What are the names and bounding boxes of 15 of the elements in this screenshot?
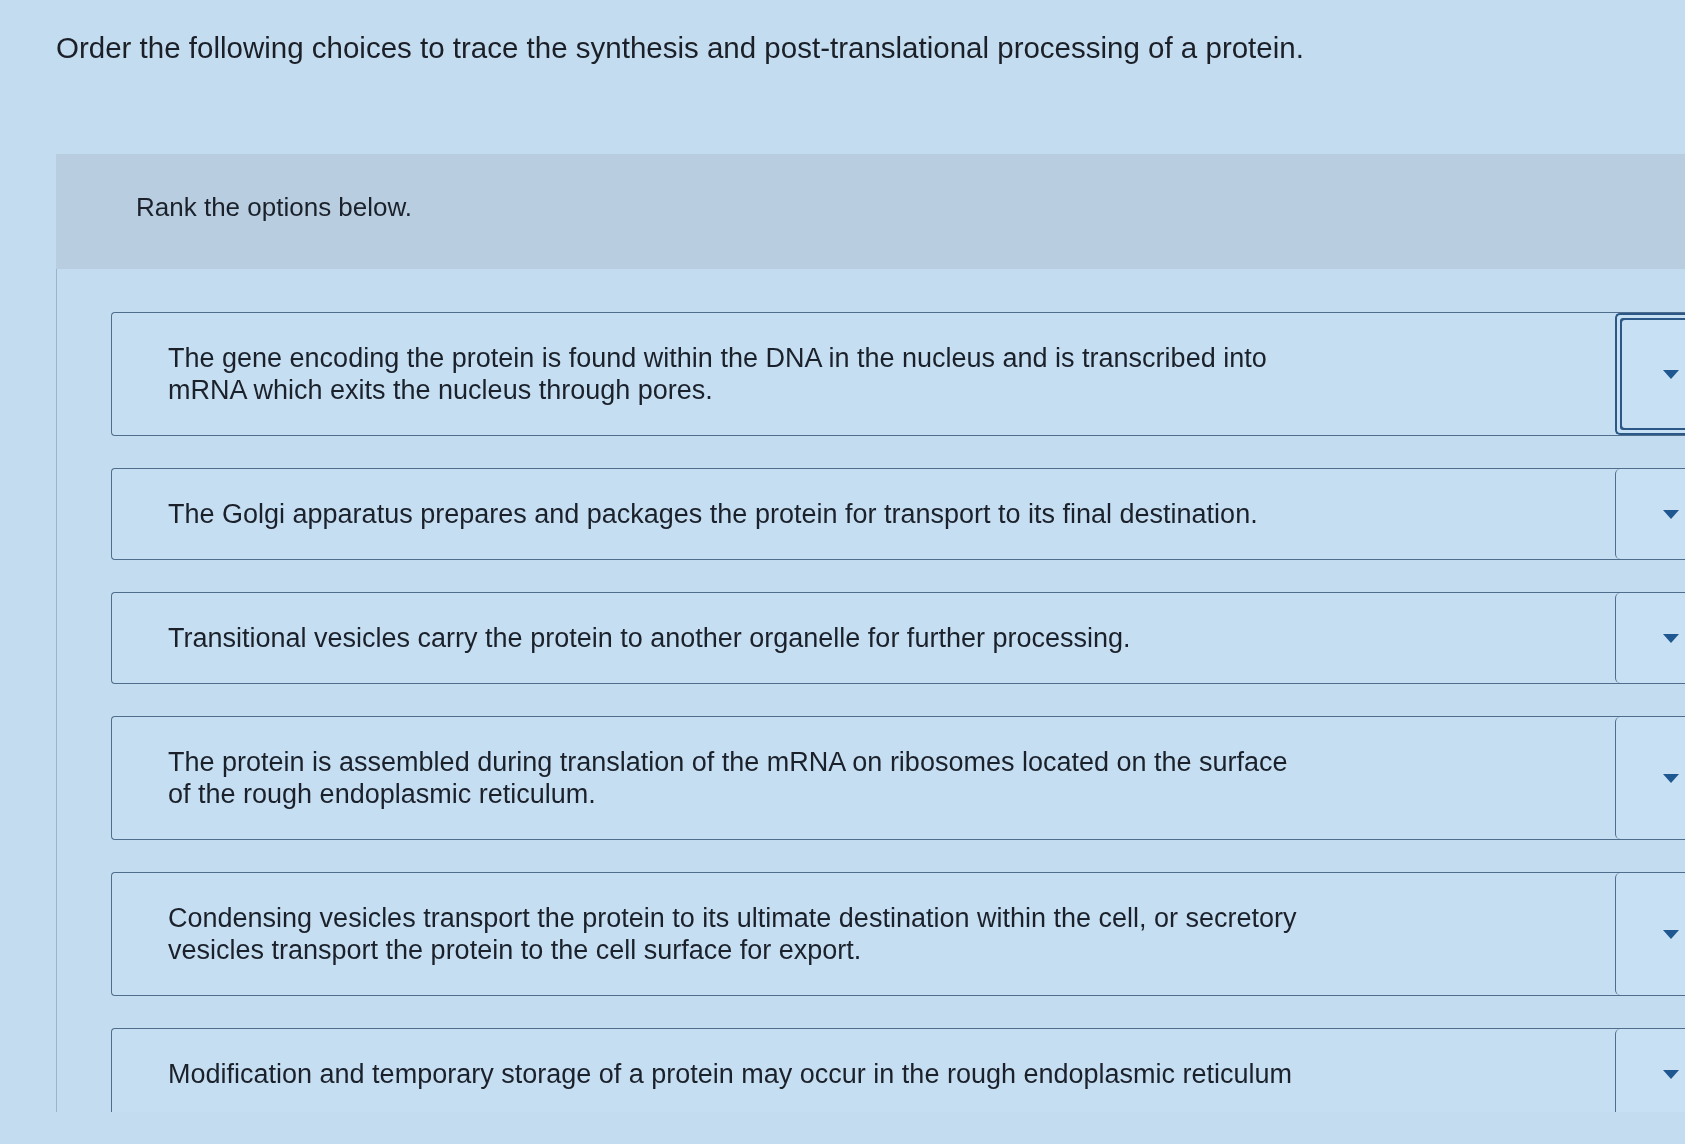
instruction-text: Rank the options below.: [136, 192, 413, 222]
caret-icon: [1663, 633, 1679, 643]
option-text: The Golgi apparatus prepares and packages the protein for transport to its final destination.: [168, 498, 1259, 530]
option-text: The gene encoding the protein is found within the DNA in the nucleus and is transcribed into mRNA which exits the nucleus through pores.: [168, 342, 1268, 406]
caret-icon: [1663, 1069, 1679, 1079]
rank-dropdown[interactable]: [1615, 313, 1685, 435]
option-text: The protein is assembled during translation of the mRNA on ribosomes located on the surface of the rough endoplasmic reticulum.: [168, 746, 1289, 810]
option-text: Condensing vesicles transport the protein to its ultimate destination within the cell, or secretory vesicles transport the protein to the cell surface for export.: [168, 902, 1298, 966]
caret-icon: [1663, 773, 1679, 783]
caret-icon: [1663, 509, 1679, 519]
question-prompt: Order the following choices to trace the synthesis and post-translational processing of a protein.: [56, 30, 1305, 66]
caret-icon: [1663, 929, 1679, 939]
caret-icon: [1663, 369, 1679, 379]
option-text: Transitional vesicles carry the protein to another organelle for further processing.: [168, 622, 1132, 654]
option-text: Modification and temporary storage of a protein may occur in the rough endoplasmic reticulum: [168, 1058, 1294, 1090]
